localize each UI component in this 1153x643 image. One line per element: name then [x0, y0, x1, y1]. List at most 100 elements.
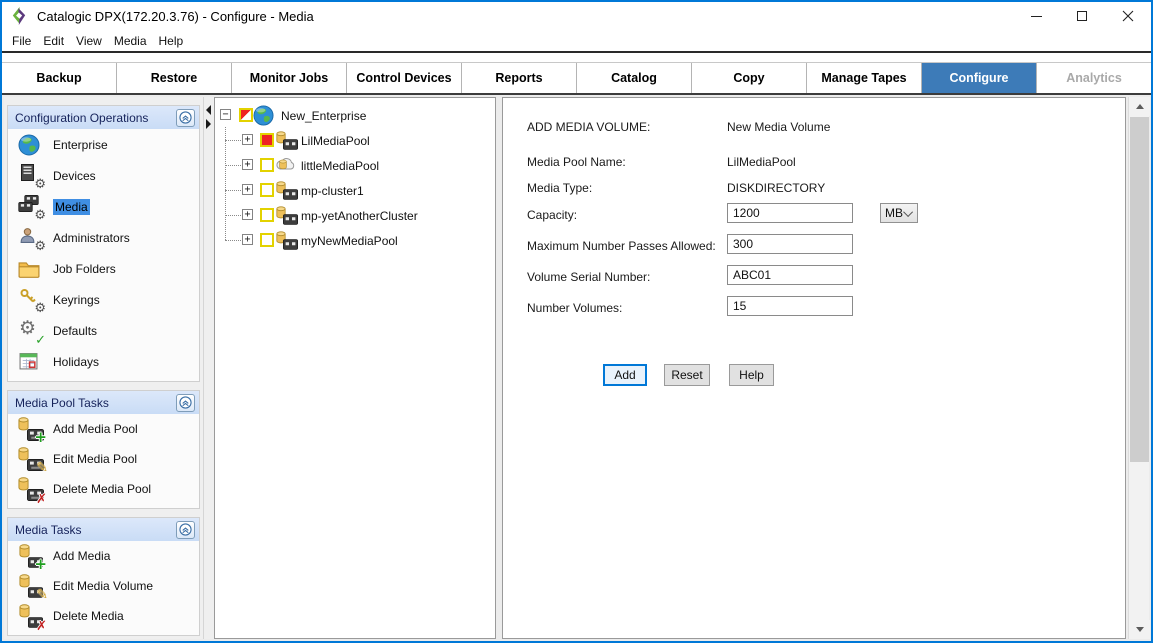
menu-help[interactable]: Help: [153, 32, 190, 50]
sidebar-item-job-folders[interactable]: Job Folders: [8, 253, 199, 284]
tab-catalog[interactable]: Catalog: [577, 63, 692, 93]
chevron-up-circle-icon: [179, 396, 192, 409]
sidebar-item-holidays[interactable]: Holidays: [8, 346, 199, 377]
media-pool-name-label: Media Pool Name:: [527, 155, 626, 169]
maximize-button[interactable]: [1059, 2, 1105, 30]
tree-checkbox-unchecked[interactable]: [260, 158, 274, 172]
expand-expander[interactable]: +: [242, 209, 253, 220]
sidebar-item-enterprise[interactable]: Enterprise: [8, 129, 199, 160]
scrollbar-thumb[interactable]: [1130, 117, 1149, 462]
vertical-scrollbar[interactable]: [1128, 97, 1149, 639]
expand-expander[interactable]: +: [242, 184, 253, 195]
menu-edit[interactable]: Edit: [37, 32, 70, 50]
capacity-input[interactable]: [727, 203, 853, 223]
tab-copy[interactable]: Copy: [692, 63, 807, 93]
pencil-icon: [36, 588, 48, 602]
add-button[interactable]: Add: [603, 364, 647, 386]
sidebar-item-defaults[interactable]: Defaults: [8, 315, 199, 346]
volume-serial-label: Volume Serial Number:: [527, 270, 650, 284]
sidebar-item-label: Add Media Pool: [53, 422, 138, 436]
sidebar-item-media[interactable]: Media: [8, 191, 199, 222]
expand-expander[interactable]: +: [242, 134, 253, 145]
collapse-section-button[interactable]: [176, 109, 195, 127]
tree-checkbox-partial[interactable]: [239, 108, 253, 122]
expand-right-icon[interactable]: [206, 119, 211, 129]
add-media-volume-form: ADD MEDIA VOLUME: New Media Volume Media…: [502, 97, 1126, 639]
cloud-pool-icon: [275, 155, 297, 174]
media-icon: [18, 195, 44, 219]
gear-icon: [34, 209, 46, 222]
tree-checkbox-checked[interactable]: [260, 133, 274, 147]
tree-node-label[interactable]: littleMediaPool: [301, 159, 379, 173]
sidebar-item-add-media-pool[interactable]: Add Media Pool: [8, 414, 199, 444]
title-bar: Catalogic DPX(172.20.3.76) - Configure -…: [2, 2, 1151, 30]
expand-expander[interactable]: +: [242, 159, 253, 170]
tree-node-label[interactable]: mp-yetAnotherCluster: [301, 209, 418, 223]
menu-file[interactable]: File: [6, 32, 37, 50]
capacity-unit-select[interactable]: MB: [880, 203, 918, 223]
sidebar-item-label: Enterprise: [53, 138, 108, 152]
section-title: Configuration Operations: [15, 111, 148, 125]
menu-view[interactable]: View: [70, 32, 108, 50]
tree-checkbox-unchecked[interactable]: [260, 183, 274, 197]
tree-node-label[interactable]: New_Enterprise: [281, 109, 366, 123]
tree-checkbox-unchecked[interactable]: [260, 233, 274, 247]
expand-expander[interactable]: +: [242, 234, 253, 245]
collapse-expander[interactable]: −: [220, 109, 231, 120]
tree-row: + LilMediaPool: [215, 128, 495, 153]
tab-backup[interactable]: Backup: [2, 63, 117, 93]
arrow-down-icon: [1136, 627, 1144, 632]
minimize-button[interactable]: [1013, 2, 1059, 30]
tab-manage-tapes[interactable]: Manage Tapes: [807, 63, 922, 93]
panel-splitter-left[interactable]: [204, 97, 214, 639]
tab-analytics[interactable]: Analytics: [1037, 63, 1151, 93]
plus-icon: [34, 430, 47, 445]
close-button[interactable]: [1105, 2, 1151, 30]
tree-row: + mp-yetAnotherCluster: [215, 203, 495, 228]
max-passes-label: Maximum Number Passes Allowed:: [527, 239, 716, 253]
tab-restore[interactable]: Restore: [117, 63, 232, 93]
tab-reports[interactable]: Reports: [462, 63, 577, 93]
section-media-pool-tasks: Media Pool Tasks: [7, 390, 200, 509]
defaults-icon: [18, 319, 44, 343]
collapse-section-button[interactable]: [176, 394, 195, 412]
sidebar-item-administrators[interactable]: Administrators: [8, 222, 199, 253]
menu-media[interactable]: Media: [108, 32, 153, 50]
sidebar-item-devices[interactable]: Devices: [8, 160, 199, 191]
sidebar-item-delete-media-pool[interactable]: Delete Media Pool: [8, 474, 199, 504]
sidebar-item-delete-media[interactable]: Delete Media: [8, 601, 199, 631]
scroll-down-button[interactable]: [1129, 620, 1150, 639]
plus-icon: [34, 557, 47, 572]
collapse-section-button[interactable]: [176, 521, 195, 539]
app-logo-icon: [10, 7, 28, 25]
sidebar-item-label: Add Media: [53, 549, 110, 563]
tree-node-label[interactable]: myNewMediaPool: [301, 234, 398, 248]
tab-control-devices[interactable]: Control Devices: [347, 63, 462, 93]
section-header-configuration-operations: Configuration Operations: [8, 106, 199, 129]
sidebar-item-edit-media-volume[interactable]: Edit Media Volume: [8, 571, 199, 601]
sidebar-item-add-media[interactable]: Add Media: [8, 541, 199, 571]
tree-node-label[interactable]: LilMediaPool: [301, 134, 370, 148]
media-pool-add-icon: [18, 417, 44, 441]
tree-node-label[interactable]: mp-cluster1: [301, 184, 364, 198]
sidebar-item-keyrings[interactable]: Keyrings: [8, 284, 199, 315]
number-volumes-input[interactable]: [727, 296, 853, 316]
media-pool-edit-icon: [18, 447, 44, 471]
help-button[interactable]: Help: [729, 364, 774, 386]
calendar-icon: [18, 350, 44, 374]
gear-icon: [34, 240, 46, 253]
sidebar-item-label: Devices: [53, 169, 96, 183]
tree-row: + mp-cluster1: [215, 178, 495, 203]
collapse-left-icon[interactable]: [206, 105, 211, 115]
tab-monitor-jobs[interactable]: Monitor Jobs: [232, 63, 347, 93]
max-passes-input[interactable]: [727, 234, 853, 254]
tab-configure[interactable]: Configure: [922, 63, 1037, 93]
tree-checkbox-unchecked[interactable]: [260, 208, 274, 222]
sidebar-item-edit-media-pool[interactable]: Edit Media Pool: [8, 444, 199, 474]
globe-icon: [253, 105, 274, 126]
sidebar: Configuration Operations: [4, 97, 204, 639]
toolbar-gap: [2, 53, 1151, 62]
reset-button[interactable]: Reset: [664, 364, 710, 386]
volume-serial-input[interactable]: [727, 265, 853, 285]
scroll-up-button[interactable]: [1129, 97, 1150, 116]
